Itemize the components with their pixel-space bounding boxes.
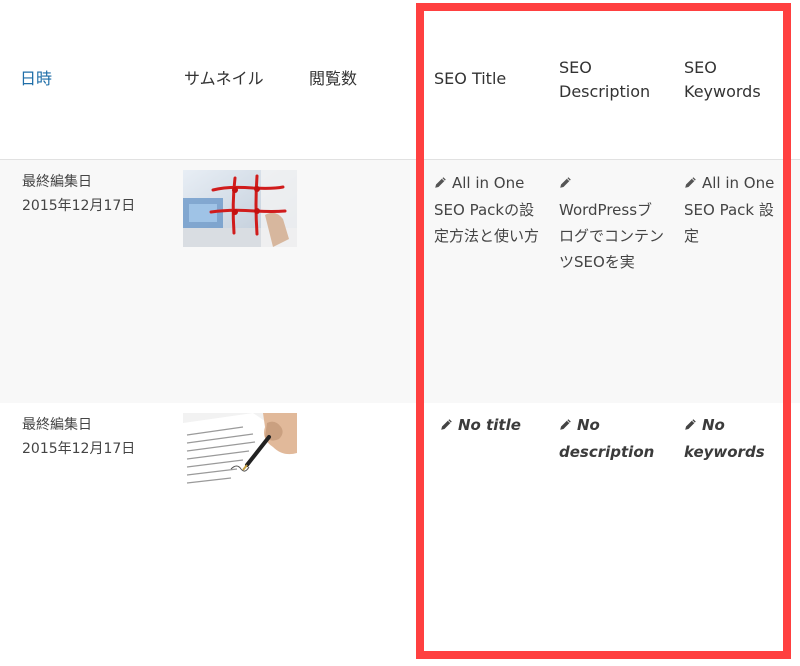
seo-description-text: WordPressブログでコンテンツSEOを実 [559, 201, 665, 271]
seo-title-text: No title [458, 416, 521, 434]
date-cell: 最終編集日 2015年12月17日 [22, 170, 135, 218]
column-header-date[interactable]: 日時 [20, 67, 52, 91]
column-header-seo-title: SEO Title [434, 69, 507, 88]
table-row: 最終編集日 2015年12月17日 No title No descriptio… [0, 403, 800, 666]
pencil-icon [559, 413, 572, 439]
seo-description-cell[interactable]: WordPressブログでコンテンツSEOを実 [559, 170, 667, 275]
table-row: 最終編集日 2015年12月17日 All in One SEO Packの設定… [0, 160, 800, 403]
pencil-icon [440, 413, 453, 439]
seo-description-cell[interactable]: No description [559, 412, 659, 465]
date-value: 2015年12月17日 [22, 198, 136, 214]
pencil-icon [559, 171, 572, 197]
seo-keywords-cell[interactable]: All in One SEO Pack 設定 [684, 170, 784, 249]
date-label: 最終編集日 [22, 174, 92, 190]
table-header: 日時 サムネイル 閲覧数 SEO Title SEO Description S… [0, 0, 800, 160]
column-header-seo-description: SEO Description [559, 58, 651, 101]
date-value: 2015年12月17日 [22, 441, 136, 457]
signing-document-thumbnail-icon[interactable] [183, 413, 297, 489]
seo-title-cell[interactable]: No title [440, 412, 550, 439]
pencil-icon [684, 171, 697, 197]
seo-keywords-cell[interactable]: No keywords [684, 412, 774, 465]
seo-description-text: No description [559, 416, 655, 461]
seo-graph-thumbnail-icon[interactable] [183, 170, 297, 247]
date-cell: 最終編集日 2015年12月17日 [22, 413, 135, 461]
date-label: 最終編集日 [22, 417, 92, 433]
column-header-views: 閲覧数 [309, 69, 358, 88]
seo-title-text: All in One SEO Packの設定方法と使い方 [434, 174, 540, 245]
pencil-icon [434, 171, 447, 197]
seo-keywords-text: All in One SEO Pack 設定 [684, 174, 775, 245]
pencil-icon [684, 413, 697, 439]
seo-title-cell[interactable]: All in One SEO Packの設定方法と使い方 [434, 170, 544, 249]
column-header-seo-keywords: SEO Keywords [684, 58, 761, 101]
column-header-thumbnail: サムネイル [184, 69, 264, 88]
